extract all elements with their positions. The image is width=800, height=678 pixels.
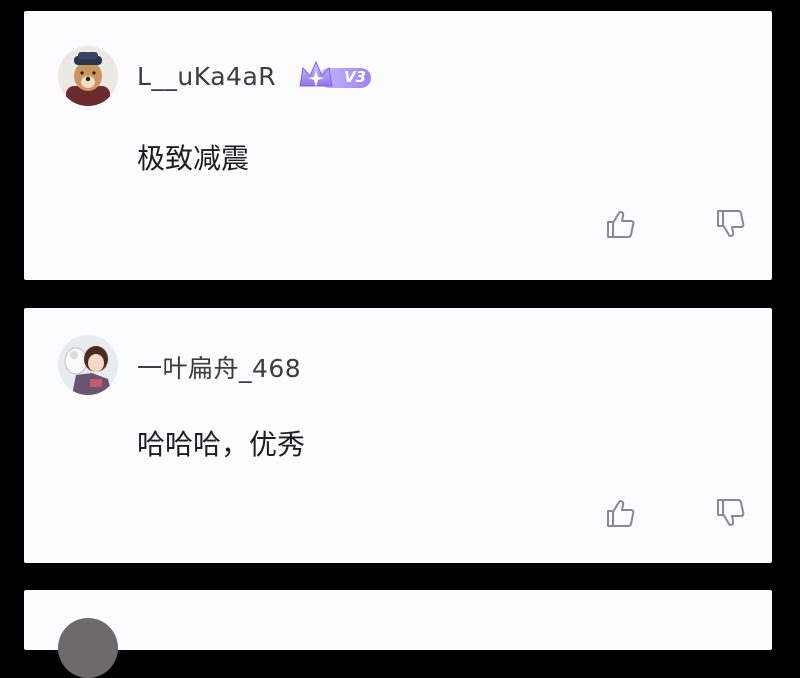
thumbs-up-icon[interactable] [604, 496, 638, 530]
comment-text: 哈哈哈，优秀 [137, 428, 306, 461]
thumbs-up-icon[interactable] [604, 207, 638, 241]
comment-card [24, 590, 772, 678]
comment-card: L__uKa4aR V3 极致减震 [24, 11, 772, 280]
user-avatar[interactable] [58, 335, 118, 395]
username[interactable]: L__uKa4aR [137, 62, 276, 91]
vip-badge-label: V3 [344, 68, 367, 86]
username[interactable]: 一叶扁舟_468 [137, 349, 301, 385]
comment-text: 极致减震 [137, 142, 250, 175]
thumbs-down-icon[interactable] [714, 496, 748, 530]
thumbs-down-icon[interactable] [714, 207, 748, 241]
comment-card: 一叶扁舟_468 哈哈哈，优秀 [24, 308, 772, 563]
user-avatar[interactable] [58, 46, 118, 106]
user-avatar[interactable] [58, 618, 118, 678]
